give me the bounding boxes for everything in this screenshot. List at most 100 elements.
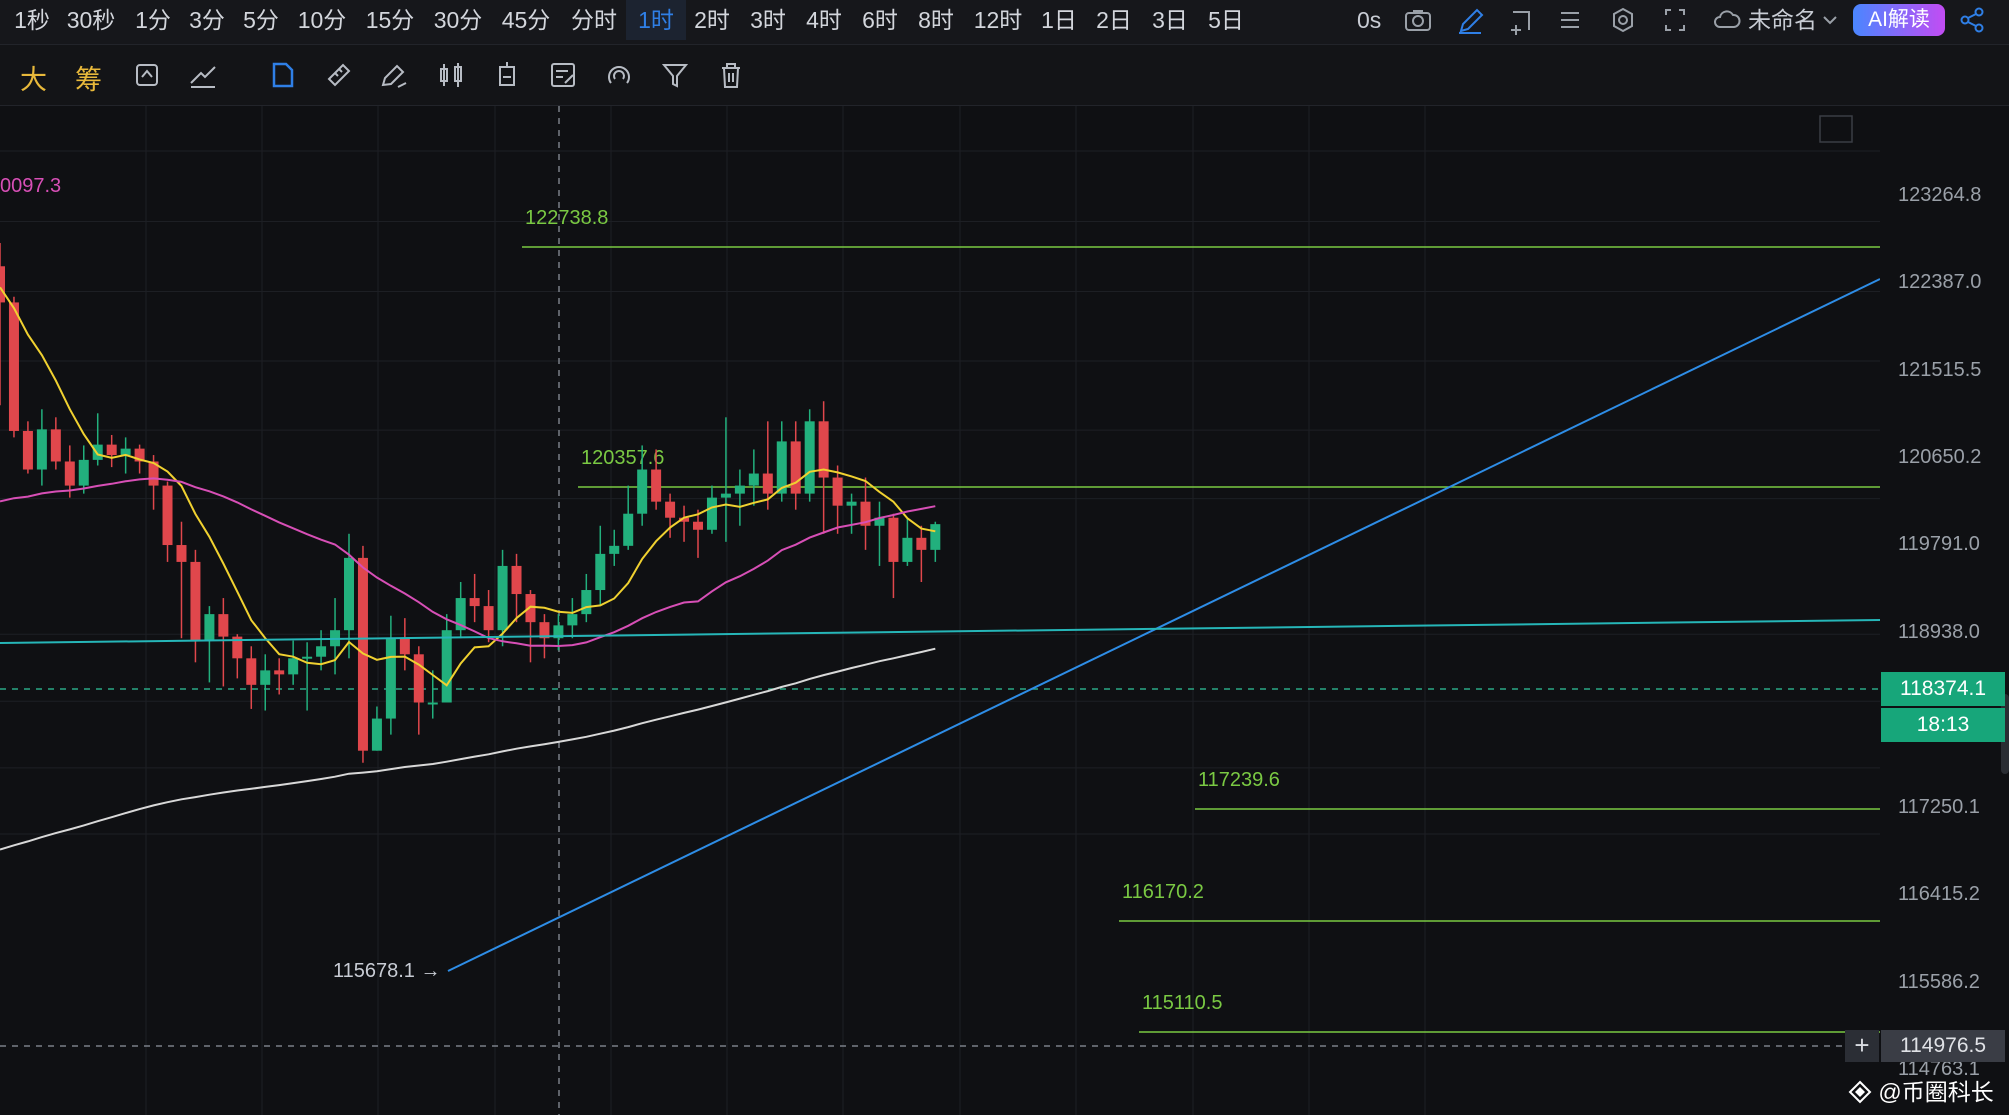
candle-body	[78, 459, 89, 486]
tab-timeframe-1[interactable]: 30秒	[62, 0, 120, 40]
magnet-icon[interactable]	[603, 59, 635, 91]
trend-tool-icon[interactable]	[187, 59, 219, 91]
candle-body	[651, 469, 662, 502]
candlestick-icon[interactable]	[435, 59, 467, 91]
trash-icon[interactable]	[715, 59, 747, 91]
tab-timeframe-20[interactable]: 5日	[1204, 0, 1248, 40]
ma-long-line	[0, 647, 936, 851]
tab-timeframe-16[interactable]: 12时	[970, 0, 1026, 40]
candle-body	[497, 565, 508, 631]
cloud-icon[interactable]	[1712, 0, 1742, 40]
axis-tick-label: 121515.5	[1898, 359, 1981, 381]
candle-body	[748, 473, 759, 486]
camera-icon[interactable]	[1403, 0, 1433, 40]
candle-body	[469, 598, 480, 607]
axis-tick-label: 118938.0	[1898, 621, 1980, 643]
tab-timeframe-0[interactable]: 1秒	[12, 0, 52, 40]
candle-body	[316, 646, 327, 657]
candle-body	[930, 524, 941, 550]
select-cursor-icon[interactable]	[267, 59, 299, 91]
text-tool-da[interactable]: 大	[20, 58, 47, 97]
candle-body	[64, 461, 75, 486]
add-alert-button[interactable]: +	[1845, 1030, 1879, 1062]
add-indicator-icon[interactable]	[1505, 0, 1535, 40]
pen-icon[interactable]	[378, 59, 410, 91]
candle-body	[302, 656, 313, 659]
refresh-icon[interactable]	[131, 59, 163, 91]
candle-body	[804, 421, 815, 494]
candle-body	[693, 521, 703, 530]
price-chart[interactable]: 122738.8 120357.6 117239.6 116170.2 115110.5…	[0, 106, 2009, 1115]
candle-body	[706, 497, 717, 530]
price-level-label: 115110.5	[1142, 992, 1222, 1014]
candle-body	[637, 469, 648, 514]
tab-timeframe-10[interactable]: 1时	[626, 0, 686, 40]
layout-name[interactable]: 未命名	[1748, 0, 1817, 40]
candle-body	[846, 501, 857, 506]
tab-timeframe-17[interactable]: 1日	[1038, 0, 1080, 40]
chart-canvas[interactable]: 122738.8 120357.6 117239.6 116170.2 115110.5…	[0, 106, 2009, 1115]
trend-lines	[0, 278, 1881, 972]
candle-body	[22, 430, 33, 470]
chevron-down-icon[interactable]	[1820, 0, 1840, 40]
axis-background	[1880, 106, 2009, 1115]
candle-body	[623, 513, 634, 546]
candle-body	[427, 702, 438, 705]
tab-timeframe-3[interactable]: 3分	[186, 0, 228, 40]
tab-timeframe-6[interactable]: 15分	[362, 0, 418, 40]
note-icon[interactable]	[547, 59, 579, 91]
candle-body	[790, 441, 801, 494]
candle-body	[595, 553, 606, 591]
tab-timeframe-12[interactable]: 3时	[746, 0, 790, 40]
gear-icon[interactable]	[1608, 0, 1638, 40]
axis-tick-label: 123264.8	[1898, 184, 1981, 206]
candle-body	[371, 718, 382, 751]
low-price-label: 115678.1 →	[333, 960, 441, 982]
tab-timeframe-8[interactable]: 45分	[498, 0, 554, 40]
ai-analysis-button[interactable]: AI解读	[1853, 4, 1945, 36]
candle-body	[176, 545, 187, 562]
tab-timeframe-5[interactable]: 10分	[294, 0, 350, 40]
price-level-label: 120357.6	[581, 447, 664, 469]
list-settings-icon[interactable]	[1555, 0, 1585, 40]
tab-timeframe-13[interactable]: 4时	[802, 0, 846, 40]
candle-body	[441, 630, 452, 703]
candle-body	[204, 614, 215, 641]
candles-group	[0, 242, 941, 763]
candle-body	[832, 477, 843, 506]
price-level-label: 117239.6	[1198, 769, 1280, 791]
candle-body	[734, 485, 745, 494]
candle-body	[581, 590, 592, 615]
candle-countdown: 18:13	[1881, 708, 2005, 742]
tab-timeframe-7[interactable]: 30分	[430, 0, 486, 40]
tab-timeframe-4[interactable]: 5分	[240, 0, 282, 40]
draw-pencil-icon[interactable]	[1455, 0, 1485, 40]
fullscreen-icon[interactable]	[1660, 0, 1690, 40]
candle-body	[218, 614, 229, 637]
tab-timeframe-19[interactable]: 3日	[1148, 0, 1192, 40]
bar-tool-icon[interactable]	[491, 59, 523, 91]
filter-icon[interactable]	[659, 59, 691, 91]
tab-timeframe-9[interactable]: 分时	[566, 0, 622, 40]
tab-timeframe-2[interactable]: 1分	[132, 0, 174, 40]
tab-timeframe-14[interactable]: 6时	[858, 0, 902, 40]
candle-body	[525, 594, 536, 623]
candle-body	[92, 444, 103, 460]
candle-body	[274, 670, 285, 675]
y-axis: 123264.8 122387.0 121515.5 120650.2 119791.0…	[1880, 106, 2009, 1115]
candle-body	[0, 266, 5, 303]
candle-body	[8, 302, 19, 431]
price-level-label: 116170.2	[1122, 881, 1204, 903]
share-icon[interactable]	[1957, 0, 1987, 40]
timeframe-bar: 1秒 30秒 1分 3分 5分 10分 15分 30分 45分 分时 1时 2时 3时 4时 6时 8时 12时…	[0, 0, 2009, 45]
candle-body	[665, 501, 676, 518]
delay-indicator: 0s	[1357, 7, 1382, 33]
text-tool-chou[interactable]: 筹	[75, 58, 102, 97]
watermark-logo-icon	[1848, 1080, 1872, 1104]
candle-body	[609, 545, 620, 554]
ruler-icon[interactable]	[323, 59, 355, 91]
tab-timeframe-18[interactable]: 2日	[1092, 0, 1136, 40]
candle-body	[106, 444, 117, 456]
tab-timeframe-15[interactable]: 8时	[914, 0, 958, 40]
tab-timeframe-11[interactable]: 2时	[690, 0, 734, 40]
